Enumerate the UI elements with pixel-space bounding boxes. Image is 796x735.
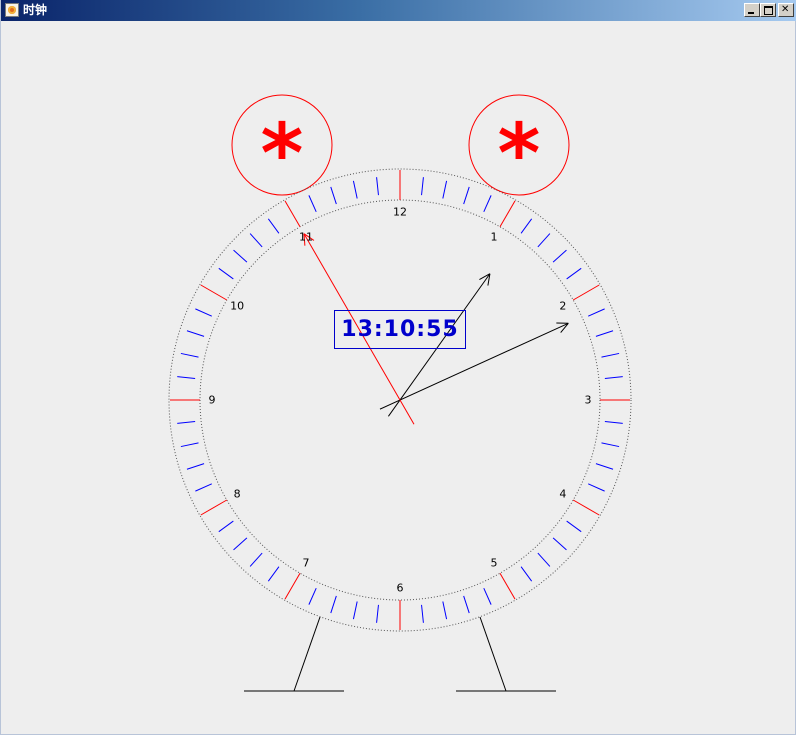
hour-tick	[499, 572, 516, 600]
hour-tick	[284, 200, 301, 228]
bell-right-symbol: *	[497, 107, 541, 202]
minute-tick	[483, 587, 492, 605]
hour-label-12: 12	[393, 205, 407, 219]
minute-tick	[267, 566, 280, 582]
minute-tick	[601, 442, 620, 448]
minute-tick	[308, 587, 317, 605]
minute-tick	[463, 595, 470, 614]
hour-label-5: 5	[490, 556, 498, 570]
hour-tick	[572, 284, 600, 301]
right-leg	[479, 616, 507, 692]
hour-label-9: 9	[208, 393, 216, 407]
minute-tick	[566, 520, 582, 533]
minute-tick	[267, 218, 280, 234]
minute-tick	[442, 180, 448, 199]
hour-label-4: 4	[559, 487, 567, 501]
hour-tick	[200, 499, 228, 516]
clock-window: 时钟 121234567891011 ** 13:10:55	[0, 0, 796, 735]
minute-tick	[177, 421, 196, 424]
minute-tick	[218, 520, 234, 533]
minute-tick	[195, 483, 213, 492]
minute-tick	[520, 218, 533, 234]
hour-tick	[284, 572, 301, 600]
hour-tick	[499, 200, 516, 228]
minute-tick	[177, 376, 196, 379]
minute-tick	[601, 352, 620, 358]
hour-label-1: 1	[490, 230, 498, 244]
hour-label-3: 3	[584, 393, 592, 407]
minute-tick	[483, 195, 492, 213]
minute-tick	[421, 177, 424, 196]
hour-label-11: 11	[299, 230, 313, 244]
minute-tick	[330, 595, 337, 614]
hour-label-10: 10	[230, 299, 245, 313]
minute-tick	[352, 601, 358, 620]
hour-tick	[200, 284, 228, 301]
minute-tick	[552, 249, 567, 263]
minute-tick	[442, 601, 448, 620]
minute-tick	[330, 186, 337, 205]
digital-time-display: 13:10:55	[334, 310, 466, 349]
minute-tick	[249, 552, 263, 567]
minute-tick	[186, 330, 205, 337]
minute-tick	[587, 308, 605, 317]
minute-tick	[520, 566, 533, 582]
minute-tick	[552, 537, 567, 551]
minute-tick	[186, 463, 205, 470]
minute-tick	[566, 267, 582, 280]
minute-tick	[537, 233, 551, 248]
minute-tick	[233, 249, 248, 263]
left-leg	[293, 616, 321, 692]
clock-drawing	[168, 94, 632, 692]
minute-tick	[352, 180, 358, 199]
minute-tick	[180, 442, 199, 448]
hour-label-6: 6	[396, 581, 404, 595]
minute-tick	[233, 537, 248, 551]
minute-tick	[249, 233, 263, 248]
bell-left-symbol: *	[260, 107, 304, 202]
minute-tick	[595, 463, 614, 470]
minute-tick	[604, 376, 623, 379]
hour-label-2: 2	[559, 299, 567, 313]
minute-tick	[463, 186, 470, 205]
minute-tick	[195, 308, 213, 317]
minute-tick	[376, 604, 379, 623]
minute-tick	[308, 195, 317, 213]
minute-tick	[587, 483, 605, 492]
hour-label-8: 8	[233, 487, 241, 501]
minute-tick	[376, 177, 379, 196]
minute-tick	[218, 267, 234, 280]
hour-tick	[572, 499, 600, 516]
hour-label-7: 7	[302, 556, 310, 570]
minute-tick	[537, 552, 551, 567]
minute-tick	[180, 352, 199, 358]
minute-tick	[595, 330, 614, 337]
digital-time-text: 13:10:55	[341, 317, 459, 342]
minute-tick	[421, 604, 424, 623]
minute-tick	[604, 421, 623, 424]
